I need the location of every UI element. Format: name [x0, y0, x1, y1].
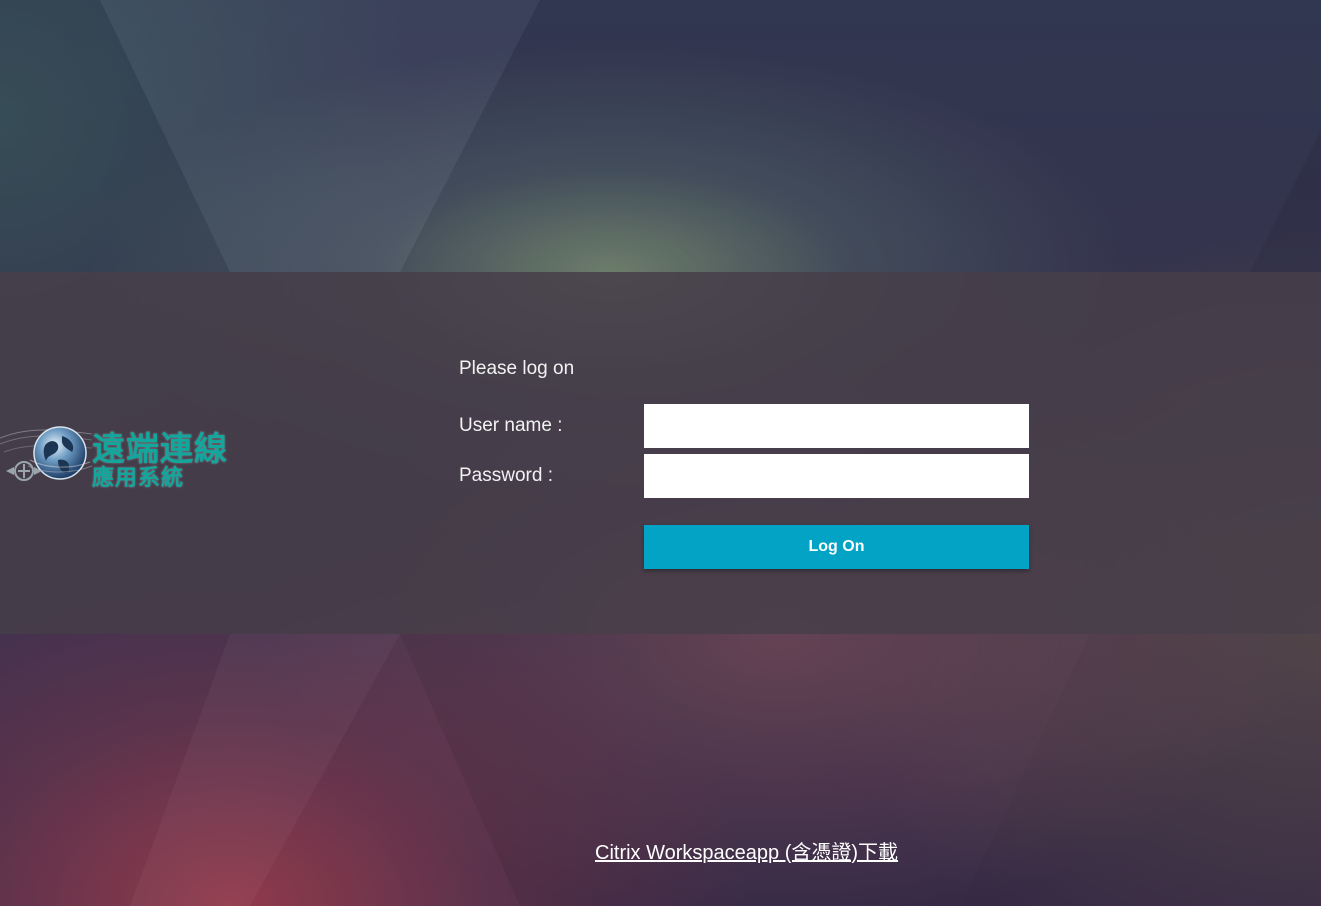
brand-logo: 遠端連線 應用系統 [0, 416, 270, 492]
postal-emblem-icon [6, 461, 42, 481]
username-input[interactable] [644, 404, 1029, 448]
password-label: Password : [459, 465, 553, 486]
password-input[interactable] [644, 454, 1029, 498]
login-prompt: Please log on [459, 358, 575, 379]
log-on-button[interactable]: Log On [644, 525, 1029, 569]
username-label: User name : [459, 415, 563, 436]
brand-subtitle: 應用系統 [92, 466, 185, 491]
citrix-download-link[interactable]: Citrix Workspaceapp (含憑證)下載 [595, 836, 898, 865]
